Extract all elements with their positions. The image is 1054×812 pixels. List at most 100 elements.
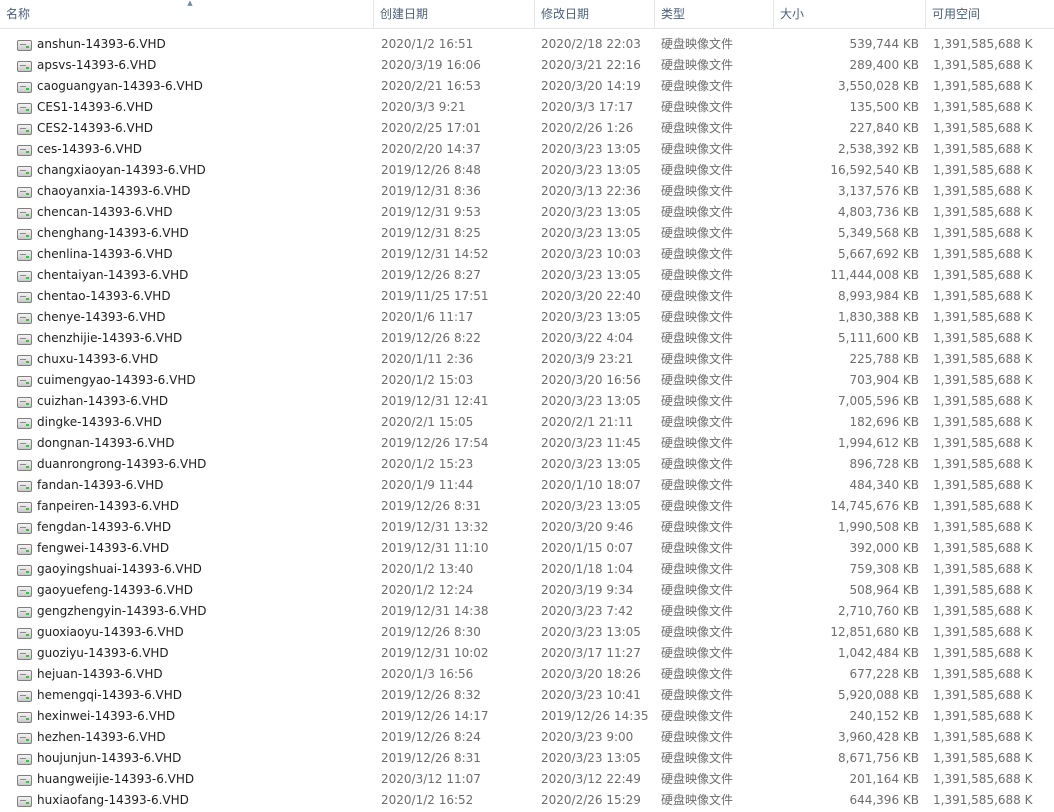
- file-row[interactable]: CES1-14393-6.VHD 2020/3/3 9:21 2020/3/3 17…: [0, 97, 1054, 118]
- file-name-cell[interactable]: huxiaofang-14393-6.VHD: [17, 790, 372, 811]
- file-name-cell[interactable]: CES2-14393-6.VHD: [17, 118, 372, 139]
- file-name-cell[interactable]: fengwei-14393-6.VHD: [17, 538, 372, 559]
- vhd-disk-icon: [17, 376, 32, 387]
- free-space: 1,391,585,688 KB: [933, 142, 1033, 156]
- file-name-cell[interactable]: hexinwei-14393-6.VHD: [17, 706, 372, 727]
- file-name-cell[interactable]: chentao-14393-6.VHD: [17, 286, 372, 307]
- file-row[interactable]: hezhen-14393-6.VHD 2019/12/26 8:24 2020/3/…: [0, 727, 1054, 748]
- file-name-cell[interactable]: chaoyanxia-14393-6.VHD: [17, 181, 372, 202]
- file-size: 182,696 KB: [849, 415, 919, 429]
- file-row[interactable]: cuizhan-14393-6.VHD 2019/12/31 12:41 2020/…: [0, 391, 1054, 412]
- vhd-disk-icon: [17, 754, 32, 765]
- column-header-free-space[interactable]: 可用空间: [926, 0, 1054, 29]
- file-name-cell[interactable]: CES1-14393-6.VHD: [17, 97, 372, 118]
- file-row[interactable]: ces-14393-6.VHD 2020/2/20 14:37 2020/3/23 …: [0, 139, 1054, 160]
- file-row[interactable]: hejuan-14393-6.VHD 2020/1/3 16:56 2020/3/2…: [0, 664, 1054, 685]
- file-name-cell[interactable]: cuizhan-14393-6.VHD: [17, 391, 372, 412]
- file-size: 7,005,596 KB: [838, 394, 919, 408]
- file-row[interactable]: chentao-14393-6.VHD 2019/11/25 17:51 2020/…: [0, 286, 1054, 307]
- file-row[interactable]: dingke-14393-6.VHD 2020/2/1 15:05 2020/2/1…: [0, 412, 1054, 433]
- file-row[interactable]: chaoyanxia-14393-6.VHD 2019/12/31 8:36 202…: [0, 181, 1054, 202]
- file-name-cell[interactable]: hejuan-14393-6.VHD: [17, 664, 372, 685]
- free-space: 1,391,585,688 KB: [933, 499, 1033, 513]
- file-row[interactable]: huxiaofang-14393-6.VHD 2020/1/2 16:52 2020…: [0, 790, 1054, 811]
- file-name-cell[interactable]: ces-14393-6.VHD: [17, 139, 372, 160]
- file-row[interactable]: huangweijie-14393-6.VHD 2020/3/12 11:07 20…: [0, 769, 1054, 790]
- file-row[interactable]: fandan-14393-6.VHD 2020/1/9 11:44 2020/1/1…: [0, 475, 1054, 496]
- file-name-cell[interactable]: guoziyu-14393-6.VHD: [17, 643, 372, 664]
- file-name-cell[interactable]: duanrongrong-14393-6.VHD: [17, 454, 372, 475]
- file-name-cell[interactable]: changxiaoyan-14393-6.VHD: [17, 160, 372, 181]
- file-name-cell[interactable]: chentaiyan-14393-6.VHD: [17, 265, 372, 286]
- file-name-cell[interactable]: hemengqi-14393-6.VHD: [17, 685, 372, 706]
- vhd-disk-icon: [17, 439, 32, 450]
- file-row[interactable]: fengdan-14393-6.VHD 2019/12/31 13:32 2020/…: [0, 517, 1054, 538]
- file-name-cell[interactable]: fandan-14393-6.VHD: [17, 475, 372, 496]
- free-space: 1,391,585,688 KB: [933, 436, 1033, 450]
- file-name-cell[interactable]: gaoyingshuai-14393-6.VHD: [17, 559, 372, 580]
- file-row[interactable]: houjunjun-14393-6.VHD 2019/12/26 8:31 2020…: [0, 748, 1054, 769]
- file-row[interactable]: anshun-14393-6.VHD 2020/1/2 16:51 2020/2/1…: [0, 34, 1054, 55]
- file-name-cell[interactable]: huangweijie-14393-6.VHD: [17, 769, 372, 790]
- file-name-cell[interactable]: fengdan-14393-6.VHD: [17, 517, 372, 538]
- file-row[interactable]: duanrongrong-14393-6.VHD 2020/1/2 15:23 20…: [0, 454, 1054, 475]
- file-row[interactable]: chenzhijie-14393-6.VHD 2019/12/26 8:22 202…: [0, 328, 1054, 349]
- file-name: guoziyu-14393-6.VHD: [37, 646, 169, 660]
- free-space: 1,391,585,688 KB: [933, 79, 1033, 93]
- file-type: 硬盘映像文件: [661, 688, 734, 702]
- modified-date: 2020/1/15 0:07: [541, 541, 634, 555]
- file-name-cell[interactable]: chenghang-14393-6.VHD: [17, 223, 372, 244]
- file-row[interactable]: chentaiyan-14393-6.VHD 2019/12/26 8:27 202…: [0, 265, 1054, 286]
- file-name-cell[interactable]: cuimengyao-14393-6.VHD: [17, 370, 372, 391]
- file-name-cell[interactable]: dongnan-14393-6.VHD: [17, 433, 372, 454]
- file-row[interactable]: gaoyuefeng-14393-6.VHD 2020/1/2 12:24 2020…: [0, 580, 1054, 601]
- file-size: 1,990,508 KB: [838, 520, 919, 534]
- column-header-size[interactable]: 大小: [774, 0, 926, 29]
- file-row[interactable]: chuxu-14393-6.VHD 2020/1/11 2:36 2020/3/9 …: [0, 349, 1054, 370]
- file-name-cell[interactable]: anshun-14393-6.VHD: [17, 34, 372, 55]
- file-row[interactable]: gaoyingshuai-14393-6.VHD 2020/1/2 13:40 20…: [0, 559, 1054, 580]
- file-name: anshun-14393-6.VHD: [37, 37, 166, 51]
- column-header-type[interactable]: 类型: [655, 0, 774, 29]
- file-row[interactable]: caoguangyan-14393-6.VHD 2020/2/21 16:53 20…: [0, 76, 1054, 97]
- created-date: 2019/12/31 13:32: [381, 520, 489, 534]
- file-row[interactable]: hexinwei-14393-6.VHD 2019/12/26 14:17 2019…: [0, 706, 1054, 727]
- column-header-created[interactable]: 创建日期: [374, 0, 535, 29]
- created-date: 2019/12/31 12:41: [381, 394, 489, 408]
- file-name-cell[interactable]: chenye-14393-6.VHD: [17, 307, 372, 328]
- file-row[interactable]: fengwei-14393-6.VHD 2019/12/31 11:10 2020/…: [0, 538, 1054, 559]
- file-name-cell[interactable]: houjunjun-14393-6.VHD: [17, 748, 372, 769]
- file-row[interactable]: guoziyu-14393-6.VHD 2019/12/31 10:02 2020/…: [0, 643, 1054, 664]
- file-name-cell[interactable]: guoxiaoyu-14393-6.VHD: [17, 622, 372, 643]
- file-name-cell[interactable]: chenzhijie-14393-6.VHD: [17, 328, 372, 349]
- file-row[interactable]: chenye-14393-6.VHD 2020/1/6 11:17 2020/3/2…: [0, 307, 1054, 328]
- modified-date: 2020/3/19 9:34: [541, 583, 634, 597]
- file-name-cell[interactable]: hezhen-14393-6.VHD: [17, 727, 372, 748]
- free-space: 1,391,585,688 KB: [933, 121, 1033, 135]
- file-row[interactable]: CES2-14393-6.VHD 2020/2/25 17:01 2020/2/26…: [0, 118, 1054, 139]
- column-header-modified[interactable]: 修改日期: [535, 0, 655, 29]
- file-row[interactable]: dongnan-14393-6.VHD 2019/12/26 17:54 2020/…: [0, 433, 1054, 454]
- file-name-cell[interactable]: dingke-14393-6.VHD: [17, 412, 372, 433]
- file-row[interactable]: chenghang-14393-6.VHD 2019/12/31 8:25 2020…: [0, 223, 1054, 244]
- file-row[interactable]: hemengqi-14393-6.VHD 2019/12/26 8:32 2020/…: [0, 685, 1054, 706]
- file-row[interactable]: chencan-14393-6.VHD 2019/12/31 9:53 2020/3…: [0, 202, 1054, 223]
- file-name-cell[interactable]: chencan-14393-6.VHD: [17, 202, 372, 223]
- file-row[interactable]: cuimengyao-14393-6.VHD 2020/1/2 15:03 2020…: [0, 370, 1054, 391]
- file-name-cell[interactable]: gengzhengyin-14393-6.VHD: [17, 601, 372, 622]
- created-date: 2020/3/3 9:21: [381, 100, 466, 114]
- file-name-cell[interactable]: gaoyuefeng-14393-6.VHD: [17, 580, 372, 601]
- file-name-cell[interactable]: apsvs-14393-6.VHD: [17, 55, 372, 76]
- file-name-cell[interactable]: fanpeiren-14393-6.VHD: [17, 496, 372, 517]
- file-row[interactable]: apsvs-14393-6.VHD 2020/3/19 16:06 2020/3/2…: [0, 55, 1054, 76]
- file-name-cell[interactable]: caoguangyan-14393-6.VHD: [17, 76, 372, 97]
- column-header-name[interactable]: 名称: [0, 0, 374, 29]
- created-date: 2020/1/2 12:24: [381, 583, 474, 597]
- file-row[interactable]: chenlina-14393-6.VHD 2019/12/31 14:52 2020…: [0, 244, 1054, 265]
- file-row[interactable]: guoxiaoyu-14393-6.VHD 2019/12/26 8:30 2020…: [0, 622, 1054, 643]
- file-name-cell[interactable]: chenlina-14393-6.VHD: [17, 244, 372, 265]
- file-row[interactable]: gengzhengyin-14393-6.VHD 2019/12/31 14:38…: [0, 601, 1054, 622]
- file-row[interactable]: fanpeiren-14393-6.VHD 2019/12/26 8:31 2020…: [0, 496, 1054, 517]
- file-row[interactable]: changxiaoyan-14393-6.VHD 2019/12/26 8:48 2…: [0, 160, 1054, 181]
- file-name-cell[interactable]: chuxu-14393-6.VHD: [17, 349, 372, 370]
